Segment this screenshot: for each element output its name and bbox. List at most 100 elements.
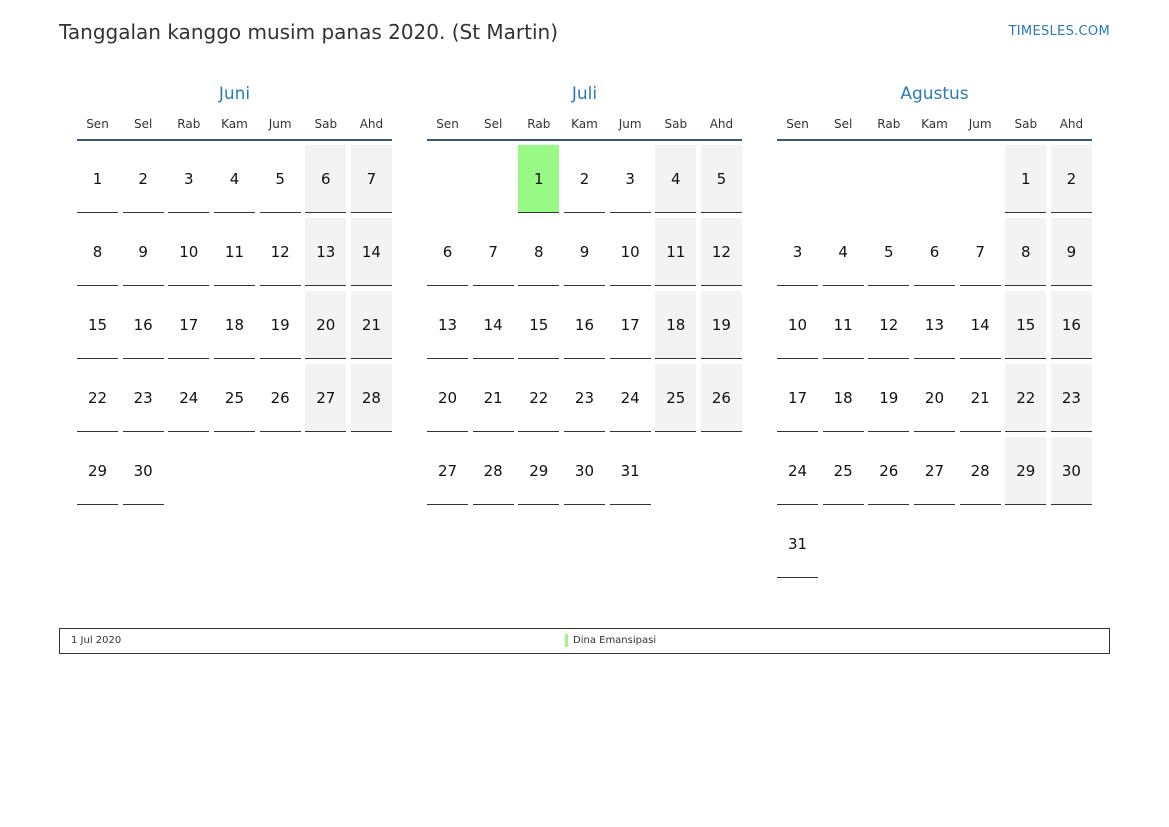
day-cell: 24 <box>609 364 651 432</box>
day-cell: 28 <box>472 437 514 505</box>
empty-day-cell <box>960 510 1001 578</box>
day-cell: 15 <box>77 291 118 359</box>
weekday-label: Sab <box>314 117 338 131</box>
day-cell: 31 <box>609 437 651 505</box>
day-cell: 7 <box>350 145 392 213</box>
day-cell: 25 <box>213 364 255 432</box>
day-cell: 14 <box>350 218 392 286</box>
weekday-label: Sab <box>664 117 688 131</box>
day-cell: 27 <box>305 364 347 432</box>
day-cell: 10 <box>609 218 651 286</box>
weekday-label: Ahd <box>709 117 734 131</box>
day-cell: 26 <box>700 364 742 432</box>
empty-day-cell <box>868 510 909 578</box>
holiday-color-marker <box>565 634 568 647</box>
day-cell: 22 <box>518 364 560 432</box>
day-cell: 30 <box>122 437 164 505</box>
day-cell: 20 <box>305 291 347 359</box>
day-cell: 5 <box>259 145 301 213</box>
month-calendar-july: Juli Sen Sel Rab Kam Jum Sab Ahd 1 2 3 4 5 6 7 8 9 10 11… <box>427 82 742 510</box>
day-cell: 23 <box>563 364 605 432</box>
day-cell: 29 <box>77 437 118 505</box>
day-cell: 29 <box>518 437 560 505</box>
day-cell: 12 <box>868 291 910 359</box>
empty-day-cell <box>168 437 209 505</box>
day-cell: 8 <box>1005 218 1047 286</box>
weekday-header: Sen Sel Rab Kam Jum Sab Ahd <box>427 117 742 133</box>
day-cell: 12 <box>259 218 301 286</box>
site-brand-link[interactable]: TIMESLES.COM <box>1009 24 1110 39</box>
day-cell: 17 <box>777 364 818 432</box>
holiday-legend: 1 Jul 2020 Dina Emansipasi <box>59 628 1110 654</box>
day-cell: 17 <box>168 291 210 359</box>
day-cell: 26 <box>868 437 910 505</box>
week-row: 6 7 8 9 10 11 12 <box>427 218 742 291</box>
day-grid: 1 2 3 4 5 6 7 8 9 10 11 12 13 14 15 16 17 18 19 20 21 22 23 24 2… <box>777 145 1092 583</box>
week-row: 31 <box>777 510 1092 583</box>
day-cell: 11 <box>822 291 864 359</box>
day-cell: 18 <box>655 291 697 359</box>
day-cell: 16 <box>122 291 164 359</box>
day-cell: 13 <box>305 218 347 286</box>
week-row: 12345 <box>427 145 742 218</box>
empty-day-cell <box>777 145 818 213</box>
week-row: 1234567 <box>77 145 392 218</box>
weekday-header: Sen Sel Rab Kam Jum Sab Ahd <box>77 117 392 133</box>
weekday-label: Rab <box>527 117 551 131</box>
empty-day-cell <box>823 145 864 213</box>
weekday-label: Ahd <box>1059 117 1084 131</box>
week-row: 22 23 24 25 26 27 28 <box>77 364 392 437</box>
empty-day-cell <box>823 510 864 578</box>
day-cell: 10 <box>168 218 210 286</box>
empty-day-cell <box>914 510 955 578</box>
day-cell: 20 <box>913 364 955 432</box>
day-cell: 14 <box>472 291 514 359</box>
day-cell: 11 <box>655 218 697 286</box>
weekday-label: Kam <box>921 117 948 131</box>
day-cell: 23 <box>1050 364 1092 432</box>
weekday-label: Jum <box>618 117 642 131</box>
empty-day-cell <box>214 437 255 505</box>
day-cell: 15 <box>1005 291 1047 359</box>
weekday-label: Jum <box>968 117 992 131</box>
weekday-label: Rab <box>177 117 201 131</box>
day-cell: 22 <box>77 364 118 432</box>
day-cell: 28 <box>350 364 392 432</box>
holiday-name: Dina Emansipasi <box>573 635 657 646</box>
day-cell: 23 <box>122 364 164 432</box>
weekday-label: Sel <box>133 117 153 131</box>
day-cell: 25 <box>822 437 864 505</box>
weekday-label: Kam <box>571 117 598 131</box>
page-title: Tanggalan kanggo musim panas 2020. (St M… <box>59 20 559 44</box>
day-cell: 18 <box>213 291 255 359</box>
day-cell: 21 <box>472 364 514 432</box>
day-cell: 16 <box>563 291 605 359</box>
month-calendar-june: Juni Sen Sel Rab Kam Jum Sab Ahd 1 2 3 4 5 6 7 8 9 10 11… <box>77 82 392 510</box>
day-cell: 18 <box>822 364 864 432</box>
day-cell: 9 <box>122 218 164 286</box>
day-cell: 9 <box>1050 218 1092 286</box>
empty-day-cell <box>351 437 392 505</box>
weekday-label: Kam <box>221 117 248 131</box>
empty-day-cell <box>1005 510 1046 578</box>
day-cell: 30 <box>1050 437 1092 505</box>
month-name: Juli <box>571 84 598 104</box>
day-cell: 20 <box>427 364 468 432</box>
day-cell: 19 <box>259 291 301 359</box>
day-cell: 30 <box>563 437 605 505</box>
week-row: 8 9 10 11 12 13 14 <box>77 218 392 291</box>
day-cell: 5 <box>868 218 910 286</box>
day-cell: 4 <box>822 218 864 286</box>
weekday-label: Sen <box>786 117 809 131</box>
weekday-label: Sel <box>833 117 853 131</box>
empty-day-cell <box>914 145 955 213</box>
day-cell: 4 <box>655 145 697 213</box>
weekday-label: Ahd <box>359 117 384 131</box>
day-grid: 1 2 3 4 5 6 7 8 9 10 11 12 13 14 15 16 17 18 19 20 21 22 23 24 2… <box>427 145 742 510</box>
day-cell: 21 <box>959 364 1001 432</box>
day-cell: 8 <box>77 218 118 286</box>
empty-day-cell <box>1051 510 1092 578</box>
week-row: 20 21 22 23 24 25 26 <box>427 364 742 437</box>
day-cell: 5 <box>700 145 742 213</box>
week-row: 27 28 29 30 31 <box>427 437 742 510</box>
